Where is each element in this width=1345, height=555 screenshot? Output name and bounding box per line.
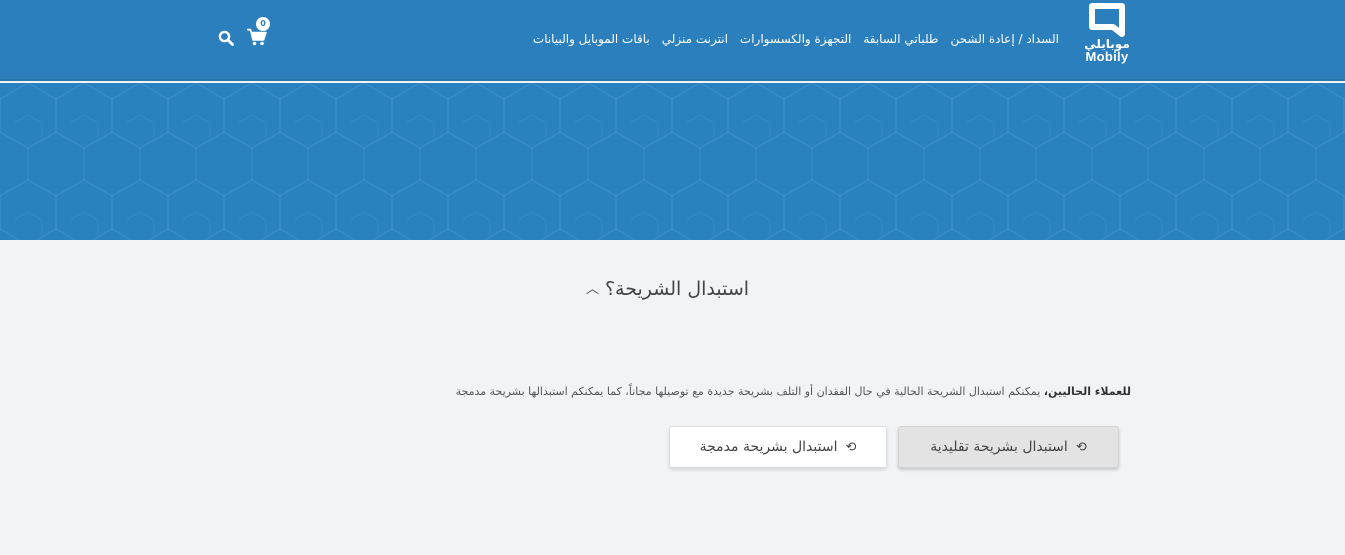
hero-banner bbox=[0, 83, 1345, 240]
faq-answer-text: يمكنكم استبدال الشريحة الحالية في حال ال… bbox=[455, 385, 1044, 398]
sync-icon: ⟲ bbox=[1075, 439, 1087, 455]
mobily-logo-icon bbox=[1089, 3, 1125, 37]
nav-item-devices[interactable]: التجهزة والكسسوارات bbox=[740, 32, 851, 46]
replace-esim-label: استبدال بشريحة مدمجة bbox=[699, 439, 838, 455]
main-nav: باقات الموبايل والبيانات انترنت منزلي ال… bbox=[533, 30, 1059, 48]
replace-physical-sim-button[interactable]: ⟲ استبدال بشريحة تقليدية bbox=[898, 426, 1119, 468]
hero-pattern bbox=[0, 83, 1345, 240]
mobily-logo[interactable]: موبايلي Mobily bbox=[1082, 3, 1132, 75]
replace-esim-button[interactable]: ⟲ استبدال بشريحة مدمجة bbox=[669, 426, 887, 468]
cart-button[interactable]: 0 bbox=[247, 17, 270, 48]
nav-item-home-internet[interactable]: انترنت منزلي bbox=[662, 32, 728, 46]
cart-count-badge: 0 bbox=[256, 17, 270, 31]
nav-item-pay-recharge[interactable]: السداد / إعادة الشحن bbox=[950, 32, 1059, 46]
top-navbar: موبايلي Mobily باقات الموبايل والبيانات … bbox=[0, 0, 1345, 81]
nav-item-previous-orders[interactable]: طلباتي السابقة bbox=[863, 32, 938, 46]
faq-answer: للعملاء الحاليين، يمكنكم استبدال الشريحة… bbox=[331, 385, 1131, 398]
faq-question[interactable]: استبدال الشريحة؟ ︿ bbox=[0, 278, 1335, 300]
search-button[interactable] bbox=[218, 30, 234, 46]
logo-text-en: Mobily bbox=[1085, 49, 1129, 64]
sync-icon: ⟲ bbox=[845, 439, 857, 455]
chevron-up-icon: ︿ bbox=[585, 282, 599, 297]
faq-question-text: استبدال الشريحة؟ bbox=[604, 278, 750, 300]
faq-answer-bold: للعملاء الحاليين، bbox=[1043, 385, 1131, 398]
nav-item-mobile-plans[interactable]: باقات الموبايل والبيانات bbox=[533, 32, 650, 46]
search-icon bbox=[218, 30, 234, 46]
replace-physical-sim-label: استبدال بشريحة تقليدية bbox=[930, 439, 1068, 455]
